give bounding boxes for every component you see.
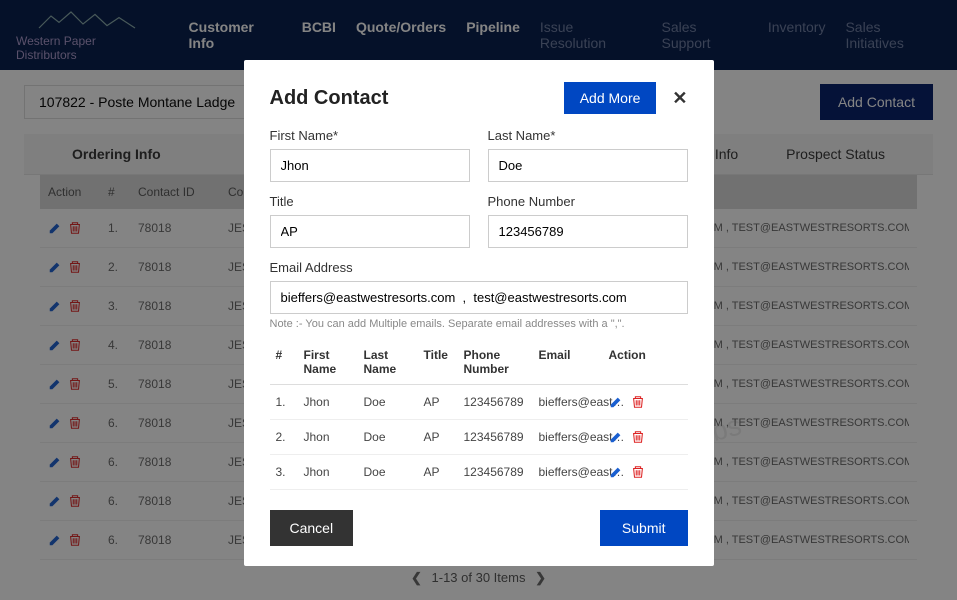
modal-table-header: # First Name Last Name Title Phone Numbe…: [270, 340, 688, 385]
close-icon[interactable]: ✕: [672, 88, 687, 109]
add-more-button[interactable]: Add More: [564, 82, 657, 114]
pencil-icon[interactable]: [609, 395, 623, 409]
title-label: Title: [270, 194, 470, 209]
email-note: Note :- You can add Multiple emails. Sep…: [270, 318, 688, 330]
table-row: 3.JhonDoeAP123456789bieffers@east…: [270, 455, 688, 490]
first-name-label: First Name*: [270, 128, 470, 143]
trash-icon[interactable]: [631, 395, 645, 409]
modal-title: Add Contact: [270, 87, 389, 110]
email-input[interactable]: [270, 281, 688, 314]
modal-header: Add Contact Add More ✕: [270, 82, 688, 114]
phone-input[interactable]: [488, 215, 688, 248]
pencil-icon[interactable]: [609, 430, 623, 444]
cancel-button[interactable]: Cancel: [270, 510, 354, 546]
first-name-input[interactable]: [270, 149, 470, 182]
table-row: 1.JhonDoeAP123456789bieffers@east…: [270, 385, 688, 420]
modal-footer: Cancel Submit: [270, 510, 688, 546]
pencil-icon[interactable]: [609, 465, 623, 479]
title-input[interactable]: [270, 215, 470, 248]
submit-button[interactable]: Submit: [600, 510, 688, 546]
table-row: 2.JhonDoeAP123456789bieffers@east…: [270, 420, 688, 455]
modal-contacts-table: # First Name Last Name Title Phone Numbe…: [270, 340, 688, 490]
trash-icon[interactable]: [631, 465, 645, 479]
trash-icon[interactable]: [631, 430, 645, 444]
last-name-label: Last Name*: [488, 128, 688, 143]
last-name-input[interactable]: [488, 149, 688, 182]
email-label: Email Address: [270, 260, 688, 275]
add-contact-modal: Add Contact Add More ✕ First Name* Last …: [244, 60, 714, 566]
modal-overlay: Add Contact Add More ✕ First Name* Last …: [0, 0, 957, 600]
phone-label: Phone Number: [488, 194, 688, 209]
